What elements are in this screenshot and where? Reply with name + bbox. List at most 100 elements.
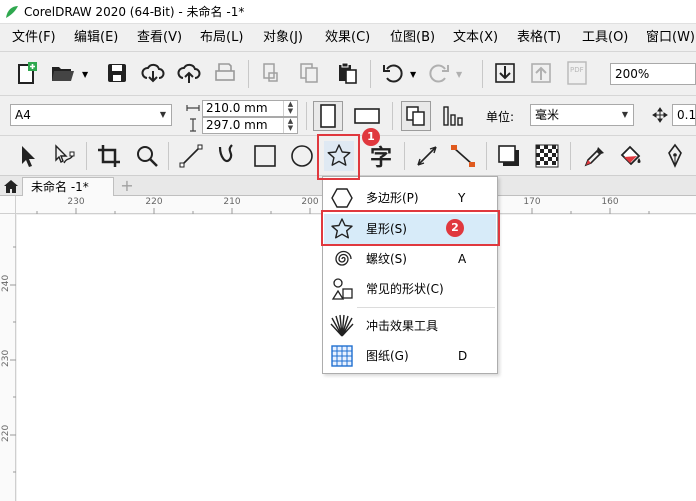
- shortcut-key: A: [458, 252, 467, 266]
- home-icon[interactable]: [3, 178, 19, 197]
- flyout-item-spiral[interactable]: 螺纹(S) A: [324, 244, 496, 274]
- interactive-fill-tool-button[interactable]: [616, 141, 646, 171]
- shape-tool-button[interactable]: [48, 141, 78, 171]
- flyout-item-polygon[interactable]: 多边形(P) Y: [324, 183, 496, 213]
- open-button[interactable]: [48, 58, 78, 88]
- paste-button[interactable]: [332, 58, 362, 88]
- transparency-tool-button[interactable]: [532, 141, 562, 171]
- eyedropper-tool-button[interactable]: [580, 141, 610, 171]
- document-tab-label: 未命名 -1*: [31, 180, 89, 194]
- ruler-origin[interactable]: [0, 196, 16, 214]
- menu-object[interactable]: 对象(J): [263, 30, 303, 46]
- height-icon: [186, 118, 200, 135]
- flyout-item-label: 冲击效果工具: [366, 319, 439, 333]
- landscape-icon: [354, 108, 380, 124]
- svg-text:字: 字: [370, 145, 392, 169]
- page-size-combo[interactable]: A4 ▼: [10, 104, 172, 126]
- pick-tool-button[interactable]: [12, 141, 42, 171]
- ellipse-tool-button[interactable]: [287, 141, 317, 171]
- shortcut-key: Y: [458, 191, 466, 205]
- cloud-download-button[interactable]: [138, 58, 168, 88]
- line-tool-icon: [179, 144, 203, 168]
- redo-button[interactable]: [424, 58, 454, 88]
- redo-dropdown-icon[interactable]: ▼: [456, 70, 462, 79]
- menu-bitmap[interactable]: 位图(B): [390, 30, 435, 46]
- menu-window[interactable]: 窗口(W): [646, 30, 695, 46]
- page-height-field[interactable]: 297.0 mm ▲ ▼: [202, 117, 298, 134]
- cut-button[interactable]: [256, 58, 286, 88]
- landscape-button[interactable]: [352, 101, 382, 131]
- spiral-icon: [335, 250, 352, 266]
- toolbar-separator: [404, 142, 405, 170]
- curve-tool-icon: [218, 144, 233, 163]
- new-document-button[interactable]: [12, 58, 42, 88]
- flyout-item-graph-paper[interactable]: 图纸(G) D: [324, 341, 496, 371]
- menu-table[interactable]: 表格(T): [517, 30, 561, 46]
- units-combo[interactable]: 毫米 ▼: [530, 104, 634, 126]
- menu-tools[interactable]: 工具(O): [582, 30, 628, 46]
- portrait-button[interactable]: [313, 101, 343, 131]
- add-tab-button[interactable]: +: [118, 177, 136, 195]
- flyout-item-label: 多边形(P): [366, 191, 419, 205]
- chevron-down-icon: ▼: [621, 110, 629, 119]
- outline-pen-tool-button[interactable]: [660, 141, 690, 171]
- menu-file[interactable]: 文件(F): [12, 30, 56, 46]
- artistic-media-tool-button[interactable]: [213, 141, 243, 171]
- zoom-tool-button[interactable]: [132, 141, 162, 171]
- drop-shadow-icon: [498, 145, 519, 166]
- undo-icon: [383, 64, 403, 83]
- document-tab[interactable]: 未命名 -1*: [22, 177, 114, 196]
- current-page-button[interactable]: [438, 101, 468, 131]
- vertical-ruler[interactable]: 240 230 220: [0, 214, 16, 501]
- undo-dropdown-icon[interactable]: ▼: [410, 70, 416, 79]
- menu-effects[interactable]: 效果(C): [325, 30, 370, 46]
- standard-toolbar: ▼ ▼ ▼ PDF 200%: [0, 52, 696, 96]
- toolbar-separator: [370, 60, 371, 88]
- menu-layout[interactable]: 布局(L): [200, 30, 243, 46]
- undo-button[interactable]: [378, 58, 408, 88]
- save-icon: [108, 64, 126, 82]
- page-height-value: 297.0 mm: [206, 118, 268, 132]
- export-icon: [531, 63, 551, 83]
- export-button[interactable]: [526, 58, 556, 88]
- export-pdf-button[interactable]: PDF: [562, 58, 592, 88]
- parallel-dimension-tool-button[interactable]: [412, 141, 442, 171]
- cloud-upload-button[interactable]: [174, 58, 204, 88]
- copy-icon: [300, 63, 318, 83]
- ruler-label: 200: [301, 197, 319, 207]
- paste-icon: [339, 62, 357, 84]
- open-dropdown-icon[interactable]: ▼: [82, 70, 88, 79]
- copy-button[interactable]: [294, 58, 324, 88]
- all-pages-button[interactable]: [401, 101, 431, 131]
- drop-shadow-tool-button[interactable]: [494, 141, 524, 171]
- eyedropper-icon: [584, 147, 604, 167]
- rectangle-tool-button[interactable]: [250, 141, 280, 171]
- annotation-badge: 2: [446, 219, 464, 237]
- freehand-tool-button[interactable]: [176, 141, 206, 171]
- menu-edit[interactable]: 编辑(E): [74, 30, 118, 46]
- dimension-icon: [417, 146, 437, 166]
- toolbar-separator: [86, 142, 87, 170]
- print-button[interactable]: [210, 58, 240, 88]
- toolbar-separator: [392, 102, 393, 130]
- crop-tool-button[interactable]: [94, 141, 124, 171]
- ruler-label: 240: [1, 274, 11, 292]
- shape-tool-icon: [55, 144, 75, 164]
- save-button[interactable]: [102, 58, 132, 88]
- flyout-item-impact-effect[interactable]: 冲击效果工具: [324, 311, 496, 341]
- connector-tool-button[interactable]: [448, 141, 478, 171]
- nudge-distance-field[interactable]: 0.1: [672, 104, 696, 126]
- import-button[interactable]: [490, 58, 520, 88]
- zoom-level-combo[interactable]: 200%: [610, 63, 696, 85]
- cut-icon: [263, 63, 278, 82]
- flyout-item-common-shapes[interactable]: 常见的形状(C): [324, 274, 496, 304]
- width-stepper[interactable]: ▲ ▼: [283, 101, 297, 116]
- page-width-field[interactable]: 210.0 mm ▲ ▼: [202, 100, 298, 117]
- height-stepper[interactable]: ▲ ▼: [283, 118, 297, 133]
- pdf-icon: PDF: [567, 61, 587, 85]
- shortcut-key: D: [458, 349, 468, 363]
- menu-view[interactable]: 查看(V): [137, 30, 182, 46]
- menu-bar: 文件(F) 编辑(E) 查看(V) 布局(L) 对象(J) 效果(C) 位图(B…: [0, 24, 696, 52]
- menu-text[interactable]: 文本(X): [453, 30, 498, 46]
- window-title: CorelDRAW 2020 (64-Bit) - 未命名 -1*: [24, 5, 245, 19]
